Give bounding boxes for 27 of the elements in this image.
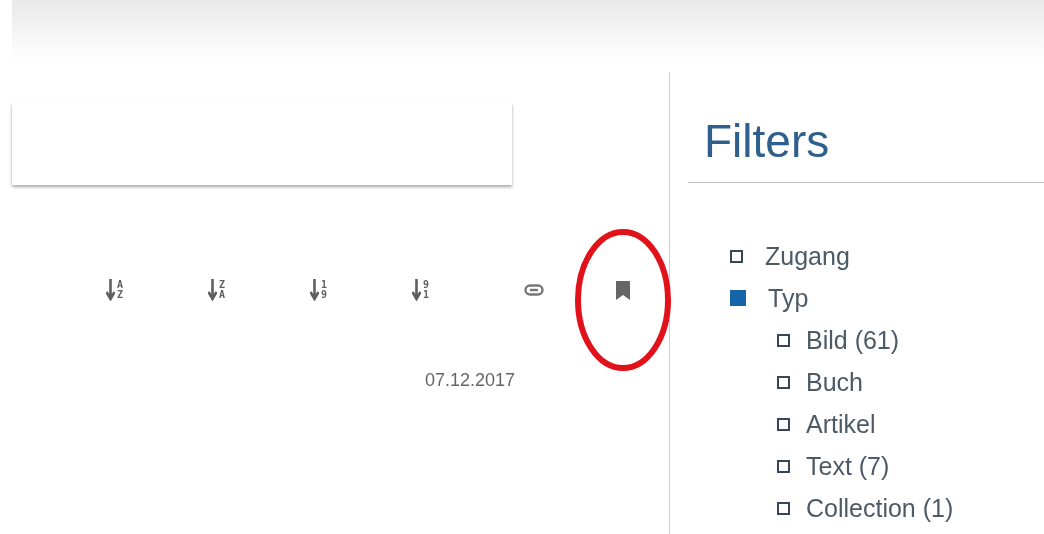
bookmark-button[interactable] <box>614 278 632 302</box>
filter-item[interactable]: Zugang <box>730 235 850 277</box>
filter-item[interactable]: Collection (1) <box>777 487 954 529</box>
checkbox[interactable] <box>777 375 790 389</box>
checkbox[interactable] <box>730 249 743 263</box>
checkbox[interactable] <box>730 290 746 306</box>
link-button[interactable] <box>522 282 546 298</box>
search-field[interactable] <box>12 103 512 185</box>
filters-title: Filters <box>688 114 1044 183</box>
checkbox[interactable] <box>777 333 790 347</box>
checkbox[interactable] <box>777 417 790 431</box>
sort-button[interactable]: A Z <box>106 279 208 301</box>
sort-button[interactable]: 9 1 <box>412 279 514 301</box>
down-arrow-icon <box>106 279 115 301</box>
filter-item[interactable]: Artikel <box>777 403 876 445</box>
filter-item[interactable]: Text (7) <box>777 445 890 487</box>
date-text: 07.12.2017 <box>425 370 516 390</box>
filter-item[interactable]: Buch <box>777 361 863 403</box>
filter-item[interactable]: Typ <box>730 277 809 319</box>
checkbox[interactable] <box>777 459 790 473</box>
sort-button[interactable]: 1 9 <box>310 279 412 301</box>
sort-button[interactable]: Z A <box>208 279 310 301</box>
down-arrow-icon <box>412 279 421 301</box>
checkbox[interactable] <box>777 501 790 515</box>
down-arrow-icon <box>208 279 217 301</box>
filter-item[interactable]: Bild (61) <box>777 319 900 361</box>
down-arrow-icon <box>310 279 319 301</box>
